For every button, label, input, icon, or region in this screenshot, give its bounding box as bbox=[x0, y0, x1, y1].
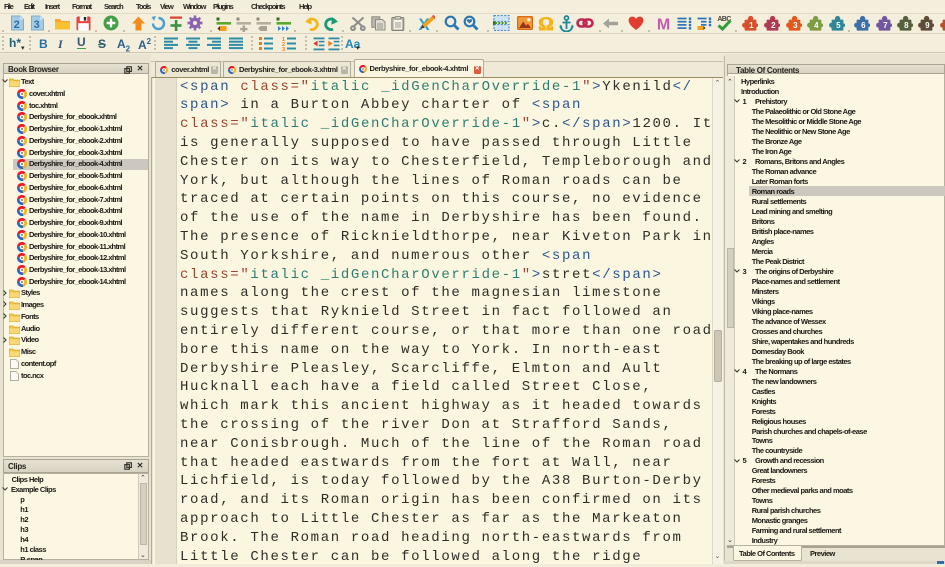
svg-text:M: M bbox=[657, 16, 670, 32]
svg-text:Ω: Ω bbox=[538, 14, 553, 32]
svg-text:3: 3 bbox=[282, 47, 285, 51]
svg-text:3: 3 bbox=[33, 19, 39, 31]
svg-text:2: 2 bbox=[13, 19, 19, 31]
